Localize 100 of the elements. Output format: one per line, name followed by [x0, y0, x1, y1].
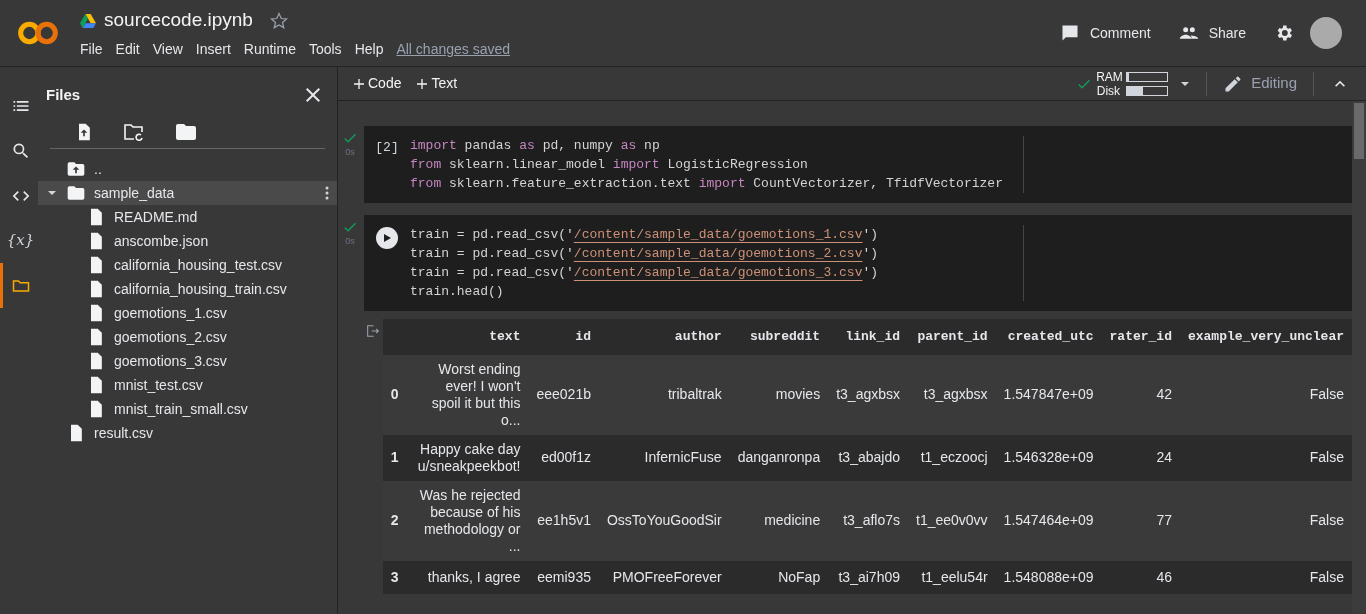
panel-title: Files: [46, 84, 81, 105]
meter-label: RAM: [1096, 69, 1121, 84]
run-time: 0s: [345, 146, 355, 159]
file-tree-row[interactable]: README.md: [38, 205, 337, 229]
column-header: author: [598, 319, 730, 355]
file-name: goemotions_3.csv: [114, 351, 228, 371]
share-button[interactable]: Share: [1178, 22, 1246, 44]
table-cell: 1.547847e+09: [995, 354, 1102, 435]
column-header: rater_id: [1101, 319, 1180, 355]
table-cell: t1_ee0v0vv: [908, 480, 996, 561]
play-icon: [382, 233, 392, 243]
menu-item[interactable]: File: [80, 38, 103, 60]
notebook-title[interactable]: sourcecode.ipynb: [104, 6, 253, 35]
run-button[interactable]: [376, 227, 398, 249]
column-header: link_id: [828, 319, 908, 355]
table-cell: t3_ai7h09: [828, 560, 908, 594]
avatar[interactable]: [1310, 17, 1342, 49]
table-cell: ed00f1z: [528, 434, 599, 481]
code-line: train = pd.read_csv('/content/sample_data/goemotions_3.csv'): [410, 264, 880, 282]
row-index: 3: [382, 560, 407, 594]
save-status-link[interactable]: All changes saved: [396, 38, 511, 60]
file-tree-row[interactable]: california_housing_train.csv: [38, 277, 337, 301]
column-header: subreddit: [729, 319, 829, 355]
table-cell: movies: [729, 354, 829, 435]
menu-item[interactable]: Tools: [308, 38, 342, 60]
menu-item[interactable]: Runtime: [243, 38, 296, 60]
file-name: README.md: [114, 207, 199, 227]
table-cell: ee1h5v1: [528, 480, 599, 561]
table-cell: 1.548088e+09: [995, 560, 1102, 594]
sidebar-tab[interactable]: {x}: [0, 218, 38, 263]
add-code-button[interactable]: Code: [354, 73, 402, 94]
table-cell: OssToYouGoodSir: [598, 480, 730, 561]
table-cell: Worst ending ever! I won't spoil it but this o...: [406, 354, 529, 435]
output-icon[interactable]: [365, 323, 382, 339]
drive-icon: [80, 13, 96, 28]
file-tree-row[interactable]: result.csv: [38, 421, 337, 445]
table-cell: False: [1179, 480, 1352, 561]
star-icon[interactable]: [268, 10, 289, 31]
file-tree-row[interactable]: anscombe.json: [38, 229, 337, 253]
table-cell: eemi935: [528, 560, 599, 594]
column-header: example_very_unclear: [1179, 319, 1352, 355]
code-line: from sklearn.feature_extraction.text import CountVectorizer, TfidfVectorizer: [410, 175, 1004, 193]
code-line: train = pd.read_csv('/content/sample_data/goemotions_2.csv'): [410, 245, 880, 263]
table-cell: Was he rejected because of his methodology or ...: [406, 480, 529, 561]
file-tree-row[interactable]: mnist_test.csv: [38, 373, 337, 397]
file-tree-row[interactable]: mnist_train_small.csv: [38, 397, 337, 421]
folder-up-icon: [66, 159, 86, 179]
row-index: 0: [382, 354, 407, 435]
meter-label: Disk: [1096, 83, 1121, 98]
add-text-button[interactable]: Text: [417, 73, 458, 94]
table-cell: 1.547464e+09: [995, 480, 1102, 561]
table-cell: t3_abajdo: [828, 434, 908, 481]
file-name: mnist_train_small.csv: [114, 399, 249, 419]
file-name: sample_data: [94, 183, 176, 203]
file-name: ..: [94, 159, 103, 179]
table-cell: NoFap: [729, 560, 829, 594]
more-options-icon[interactable]: [325, 186, 329, 200]
menu-item[interactable]: Edit: [115, 38, 140, 60]
scrollbar-thumb[interactable]: [1354, 103, 1364, 159]
file-tree-row[interactable]: goemotions_1.csv: [38, 301, 337, 325]
code-line: from sklearn.linear_model import LogisticRegression: [410, 156, 809, 174]
logo-icon[interactable]: [16, 20, 60, 46]
column-header: parent_id: [908, 319, 996, 355]
table-cell: 42: [1101, 354, 1180, 435]
editing-mode-button[interactable]: Editing: [1223, 72, 1297, 95]
table-cell: False: [1179, 434, 1352, 481]
table-cell: 24: [1101, 434, 1180, 481]
table-cell: t3_agxbsx: [908, 354, 996, 435]
file-tree-row[interactable]: ..: [38, 157, 337, 181]
run-time: 0s: [345, 235, 355, 248]
file-name: mnist_test.csv: [114, 375, 204, 395]
file-name: goemotions_1.csv: [114, 303, 228, 323]
column-header: id: [528, 319, 599, 355]
menu-item[interactable]: Help: [354, 38, 384, 60]
column-header: created_utc: [995, 319, 1102, 355]
comment-icon: [1059, 23, 1080, 43]
table-cell: Happy cake day u/sneakpeekbot!: [406, 434, 529, 481]
file-tree-row[interactable]: sample_data: [38, 181, 337, 205]
plus-icon: [354, 78, 364, 89]
row-index: 1: [382, 434, 407, 481]
code-cell[interactable]: train = pd.read_csv('/content/sample_data/goemotions_1.csv') train = pd.read_csv('/content/sample_data/goemotions_2.csv') train = pd.read_csv('/content/sample_data/goemotions_3.csv') train.head(): [364, 215, 1352, 311]
comment-button[interactable]: Comment: [1059, 22, 1151, 44]
table-cell: 1.546328e+09: [995, 434, 1102, 481]
menu-item[interactable]: Insert: [195, 38, 231, 60]
caret-down-icon[interactable]: [47, 188, 57, 198]
table-cell: 77: [1101, 480, 1180, 561]
scrollbar[interactable]: [1352, 101, 1366, 614]
table-cell: False: [1179, 560, 1352, 594]
code-cell[interactable]: [2] import pandas as pd, numpy as np from sklearn.linear_model import LogisticRegression from sklearn.feature_extraction.text import CountVectorizer, TfidfVectorizer: [364, 126, 1352, 203]
file-tree-row[interactable]: goemotions_2.csv: [38, 325, 337, 349]
menu-item[interactable]: View: [152, 38, 183, 60]
file-name: anscombe.json: [114, 231, 210, 251]
variables-icon[interactable]: {x}: [6, 229, 35, 252]
file-tree-row[interactable]: goemotions_3.csv: [38, 349, 337, 373]
file-name: california_housing_train.csv: [114, 279, 288, 299]
code-line: train = pd.read_csv('/content/sample_data/goemotions_1.csv'): [410, 226, 880, 244]
table-cell: t3_aflo7s: [828, 480, 908, 561]
file-name: california_housing_test.csv: [114, 255, 284, 275]
file-tree-row[interactable]: california_housing_test.csv: [38, 253, 337, 277]
table-cell: PMOFreeForever: [598, 560, 730, 594]
